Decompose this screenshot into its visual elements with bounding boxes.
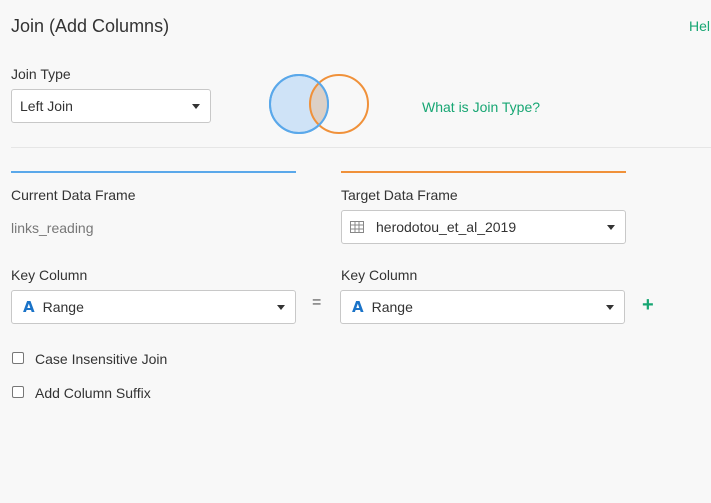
target-frame-label: Target Data Frame bbox=[341, 187, 458, 203]
current-frame-value: links_reading bbox=[11, 220, 94, 236]
join-type-select[interactable]: Left Join bbox=[11, 89, 211, 123]
target-frame-value: herodotou_et_al_2019 bbox=[376, 219, 517, 235]
chevron-down-icon bbox=[607, 225, 615, 230]
add-key-icon[interactable]: + bbox=[642, 295, 654, 315]
chevron-down-icon bbox=[606, 305, 614, 310]
page-title: Join (Add Columns) bbox=[11, 16, 170, 36]
add-suffix-label[interactable]: Add Column Suffix bbox=[35, 385, 151, 401]
add-suffix-checkbox[interactable] bbox=[12, 386, 24, 398]
equals-sign: = bbox=[312, 294, 322, 311]
section-divider bbox=[11, 147, 711, 148]
target-frame-select[interactable]: herodotou_et_al_2019 bbox=[341, 210, 626, 244]
chevron-down-icon bbox=[277, 305, 285, 310]
target-key-label: Key Column bbox=[341, 267, 418, 283]
case-insensitive-label[interactable]: Case Insensitive Join bbox=[35, 351, 167, 367]
join-type-label: Join Type bbox=[11, 66, 71, 82]
target-frame-bar bbox=[341, 171, 626, 173]
join-type-info-link[interactable]: What is Join Type? bbox=[422, 99, 540, 115]
target-key-select[interactable]: A Range bbox=[340, 290, 625, 324]
join-type-value: Left Join bbox=[20, 98, 73, 114]
target-key-value: Range bbox=[371, 299, 413, 315]
table-icon bbox=[350, 221, 364, 233]
chevron-down-icon bbox=[192, 104, 200, 109]
case-insensitive-checkbox[interactable] bbox=[12, 352, 24, 364]
current-frame-label: Current Data Frame bbox=[11, 187, 136, 203]
string-type-icon: A bbox=[352, 298, 364, 316]
string-type-icon: A bbox=[23, 298, 35, 316]
venn-diagram-icon bbox=[269, 74, 369, 134]
current-frame-bar bbox=[11, 171, 296, 173]
current-key-select[interactable]: A Range bbox=[11, 290, 296, 324]
current-key-value: Range bbox=[42, 299, 84, 315]
current-key-label: Key Column bbox=[11, 267, 88, 283]
help-link[interactable]: Hel bbox=[689, 18, 710, 34]
